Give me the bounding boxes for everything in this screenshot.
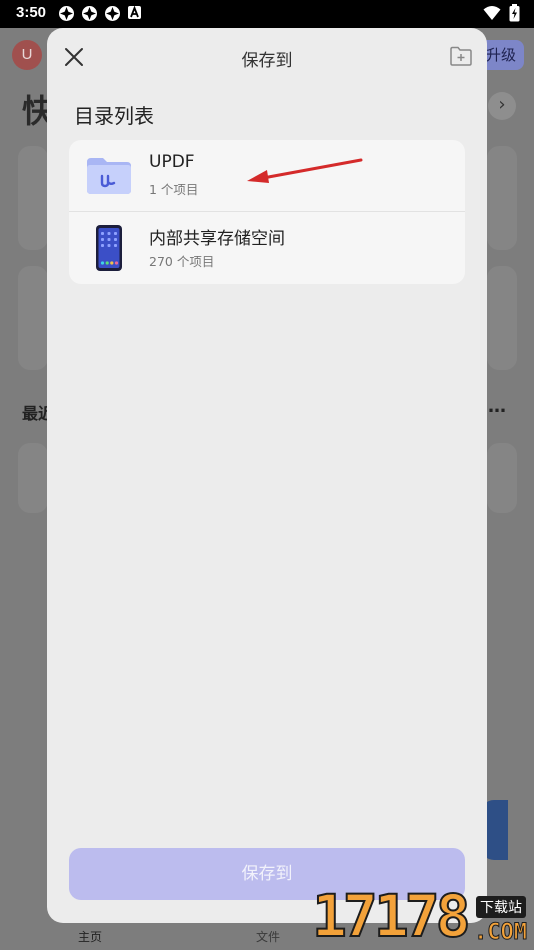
font-a-icon [127,5,144,22]
background-file-card [18,443,48,513]
battery-charging-icon [509,4,520,26]
wifi-icon [483,5,501,25]
background-file-card [487,443,517,513]
nav-files: 文件 [256,930,281,944]
phone-storage-icon [85,224,133,272]
new-folder-icon [450,46,472,66]
new-folder-button[interactable] [449,45,473,67]
status-notification-icons [58,5,144,22]
watermark-digits: 17178 [311,882,472,950]
nav-home: 主页 [78,930,103,944]
sync-icon [81,5,98,22]
updf-folder-icon [85,152,133,200]
folder-name: UPDF [149,152,195,172]
status-system-icons [483,4,520,26]
status-time: 3:50 [16,4,47,21]
sync-icon [58,5,75,22]
background-card [18,146,48,250]
watermark-domain: .COM [474,920,528,946]
chevron-right-icon: › [488,92,516,120]
background-card [18,266,48,370]
section-title: 目录列表 [74,104,154,128]
list-item-internal-storage[interactable]: 内部共享存储空间 270 个项目 [69,212,465,284]
sync-icon [104,5,121,22]
more-icon: … [488,396,506,417]
folder-item-count: 1 个项目 [149,182,199,197]
site-watermark: 17178 下载站 .COM [308,884,534,950]
sheet-title: 保存到 [241,51,293,71]
folder-name: 内部共享存储空间 [149,229,285,249]
watermark-tag: 下载站 [476,896,526,918]
background-card [487,146,517,250]
background-card [487,266,517,370]
folder-item-count: 270 个项目 [149,254,215,269]
save-to-sheet: 保存到 目录列表 UPDF 1 个项目 内部共享存储空间 270 个项目 保存到 [47,28,487,923]
avatar: U [12,40,42,70]
status-bar: 3:50 [0,0,534,28]
annotation-arrow [247,158,363,183]
